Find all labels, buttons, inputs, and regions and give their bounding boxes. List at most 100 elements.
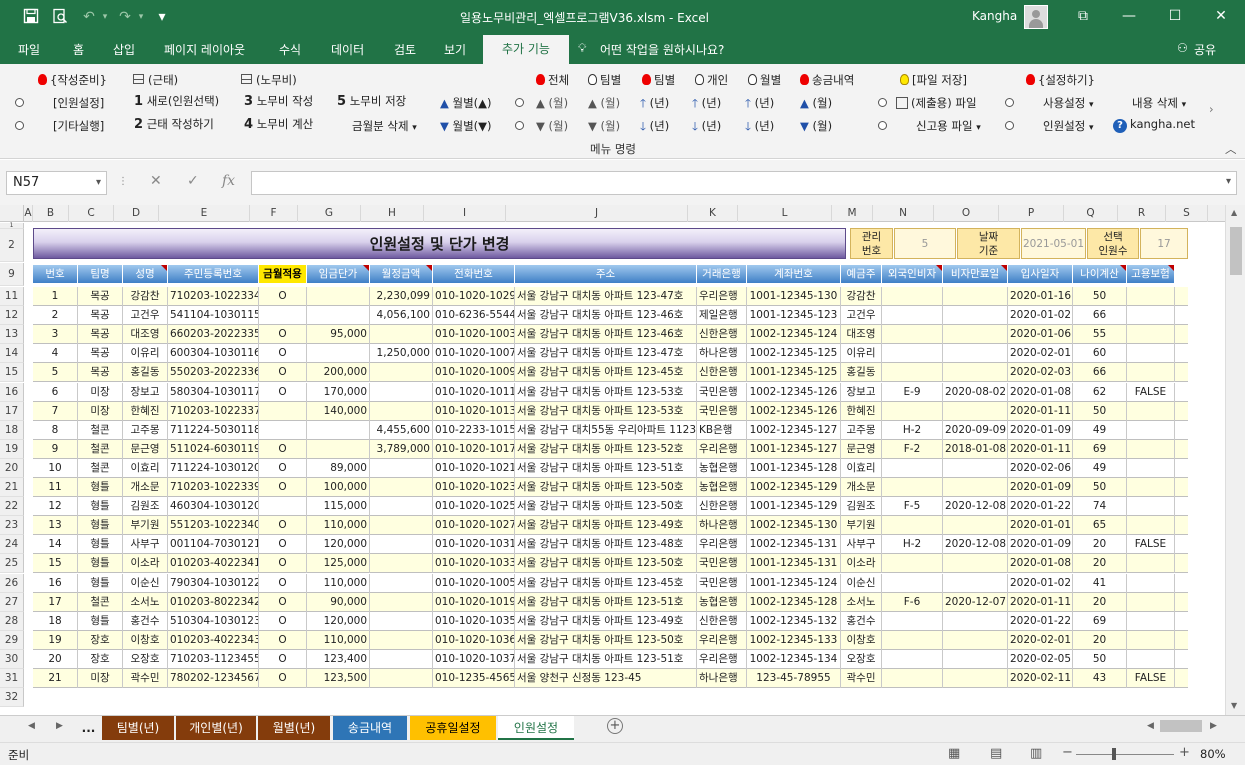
tab-insert[interactable]: 삽입 bbox=[113, 41, 135, 58]
row-header[interactable]: 13 bbox=[0, 325, 24, 345]
table-cell[interactable]: 19 bbox=[33, 630, 78, 650]
table-cell[interactable] bbox=[370, 630, 433, 650]
row-header[interactable]: 11 bbox=[0, 287, 24, 306]
table-cell[interactable] bbox=[307, 287, 370, 306]
table-cell[interactable] bbox=[1127, 630, 1175, 650]
user-name[interactable]: Kangha bbox=[972, 9, 1017, 23]
table-cell[interactable]: 소서노 bbox=[841, 592, 882, 612]
table-cell[interactable]: 김원조 bbox=[123, 497, 168, 517]
table-cell[interactable]: 600304-1030116 bbox=[168, 344, 259, 364]
user-avatar[interactable] bbox=[1024, 5, 1048, 29]
table-row[interactable]: 18 형틀 홍건수 510304-1030123 O 120,000 010-1020-10… bbox=[33, 611, 1188, 631]
table-row[interactable]: 13 형틀 부기원 551203-1022340 O 110,000 010-1020-10… bbox=[33, 516, 1188, 536]
row-header[interactable]: 32 bbox=[0, 688, 24, 708]
table-cell[interactable]: 김원조 bbox=[841, 497, 882, 517]
normal-view-icon[interactable]: ▦ bbox=[948, 746, 960, 761]
table-cell[interactable]: 010203-8022342 bbox=[168, 592, 259, 612]
table-cell[interactable]: 1001-12345-129 bbox=[747, 497, 841, 517]
table-cell[interactable]: 2020-01-01 bbox=[1008, 516, 1073, 536]
table-cell[interactable]: 서울 강남구 대치동 아파트 123-48호 bbox=[515, 535, 697, 555]
table-cell[interactable]: 55 bbox=[1073, 325, 1127, 345]
table-cell[interactable]: 이유리 bbox=[841, 344, 882, 364]
column-header[interactable]: I bbox=[424, 205, 506, 222]
table-cell[interactable]: 20 bbox=[33, 649, 78, 669]
table-cell[interactable]: 17 bbox=[33, 592, 78, 612]
table-cell[interactable]: O bbox=[259, 592, 307, 612]
table-cell[interactable]: 2020-08-02 bbox=[943, 382, 1008, 402]
table-cell[interactable] bbox=[370, 516, 433, 536]
table-cell[interactable]: 국민은행 bbox=[697, 554, 747, 574]
option-radio[interactable] bbox=[515, 98, 524, 107]
row-header[interactable]: 28 bbox=[0, 611, 24, 631]
table-cell[interactable]: 홍건수 bbox=[841, 611, 882, 631]
table-cell[interactable]: 2020-01-09 bbox=[1008, 535, 1073, 555]
page-layout-view-icon[interactable]: ▤ bbox=[990, 746, 1002, 761]
tab-file[interactable]: 파일 bbox=[18, 41, 40, 58]
table-cell[interactable]: 2020-02-06 bbox=[1008, 458, 1073, 478]
table-cell[interactable]: 형틀 bbox=[78, 497, 123, 517]
horizontal-scroll-thumb[interactable] bbox=[1160, 720, 1202, 732]
month-down-gray-button-2[interactable]: ▼ (월) bbox=[588, 118, 620, 134]
table-cell[interactable]: 010-1020-1009 bbox=[433, 363, 515, 383]
table-cell[interactable]: 이효리 bbox=[841, 458, 882, 478]
table-cell[interactable]: 3 bbox=[33, 325, 78, 345]
table-cell[interactable]: 강감찬 bbox=[841, 287, 882, 306]
table-cell[interactable]: 60 bbox=[1073, 344, 1127, 364]
table-cell[interactable]: 목공 bbox=[78, 363, 123, 383]
table-cell[interactable] bbox=[1127, 420, 1175, 440]
table-cell[interactable]: 010-1020-1011 bbox=[433, 382, 515, 402]
table-cell[interactable]: 서울 강남구 대치동 아파트 123-50호 bbox=[515, 497, 697, 517]
table-cell[interactable]: 형틀 bbox=[78, 611, 123, 631]
table-cell[interactable]: 서울 강남구 대치동 아파트 123-50호 bbox=[515, 478, 697, 497]
option-radio[interactable] bbox=[15, 121, 24, 130]
table-cell[interactable]: O bbox=[259, 344, 307, 364]
table-cell[interactable]: 2020-01-08 bbox=[1008, 382, 1073, 402]
insert-function-icon[interactable]: fx bbox=[222, 173, 235, 189]
table-cell[interactable]: H-2 bbox=[882, 420, 943, 440]
table-cell[interactable]: 13 bbox=[33, 516, 78, 536]
print-team-year-button[interactable]: 팀별 bbox=[642, 72, 675, 88]
row-header[interactable]: 31 bbox=[0, 669, 24, 688]
table-cell[interactable]: 국민은행 bbox=[697, 382, 747, 402]
table-row[interactable]: 12 형틀 김원조 460304-1030120 115,000 010-1020-102… bbox=[33, 497, 1188, 517]
tab-data[interactable]: 데이터 bbox=[331, 41, 364, 58]
table-cell[interactable]: 580304-1030117 bbox=[168, 382, 259, 402]
year-down-button-3[interactable]: 🡓 (년) bbox=[745, 118, 774, 138]
zoom-out-icon[interactable]: − bbox=[1062, 745, 1073, 760]
table-cell[interactable]: 신한은행 bbox=[697, 497, 747, 517]
mgmt-number-value[interactable]: 5 bbox=[894, 228, 956, 259]
table-cell[interactable]: FALSE bbox=[1127, 669, 1175, 688]
table-cell[interactable]: O bbox=[259, 535, 307, 555]
row-header[interactable]: 16 bbox=[0, 382, 24, 402]
table-cell[interactable]: 2 bbox=[33, 306, 78, 326]
table-cell[interactable] bbox=[882, 287, 943, 306]
table-cell[interactable]: 문근영 bbox=[841, 439, 882, 459]
table-cell[interactable]: 69 bbox=[1073, 439, 1127, 459]
table-cell[interactable]: O bbox=[259, 287, 307, 306]
row-header[interactable]: 20 bbox=[0, 458, 24, 478]
table-cell[interactable]: 홍길동 bbox=[841, 363, 882, 383]
tab-scroll-right-icon[interactable]: ▶ bbox=[56, 721, 63, 731]
print-preview-icon[interactable] bbox=[51, 8, 69, 26]
table-cell[interactable]: O bbox=[259, 516, 307, 536]
row-header[interactable]: 15 bbox=[0, 363, 24, 383]
table-cell[interactable]: 90,000 bbox=[307, 592, 370, 612]
table-row[interactable]: 8 철콘 고주몽 711224-5030118 4,455,600 010-2233-10… bbox=[33, 420, 1188, 440]
table-cell[interactable]: 1002-12345-129 bbox=[747, 478, 841, 497]
table-cell[interactable]: 한혜진 bbox=[841, 401, 882, 421]
table-cell[interactable]: 이효리 bbox=[123, 458, 168, 478]
table-cell[interactable]: 철콘 bbox=[78, 420, 123, 440]
table-cell[interactable] bbox=[1127, 573, 1175, 593]
print-all-button[interactable]: 전체 bbox=[536, 72, 569, 88]
tab-scroll-left-icon[interactable]: ◀ bbox=[28, 721, 35, 731]
row-header[interactable]: 26 bbox=[0, 573, 24, 593]
table-cell[interactable]: 1002-12345-126 bbox=[747, 401, 841, 421]
table-cell[interactable] bbox=[882, 630, 943, 650]
table-cell[interactable]: 철콘 bbox=[78, 592, 123, 612]
table-cell[interactable]: 49 bbox=[1073, 458, 1127, 478]
row-header[interactable]: 22 bbox=[0, 497, 24, 517]
table-cell[interactable]: 123,400 bbox=[307, 649, 370, 669]
table-cell[interactable] bbox=[370, 382, 433, 402]
table-cell[interactable]: 1 bbox=[33, 287, 78, 306]
table-cell[interactable] bbox=[1127, 306, 1175, 326]
